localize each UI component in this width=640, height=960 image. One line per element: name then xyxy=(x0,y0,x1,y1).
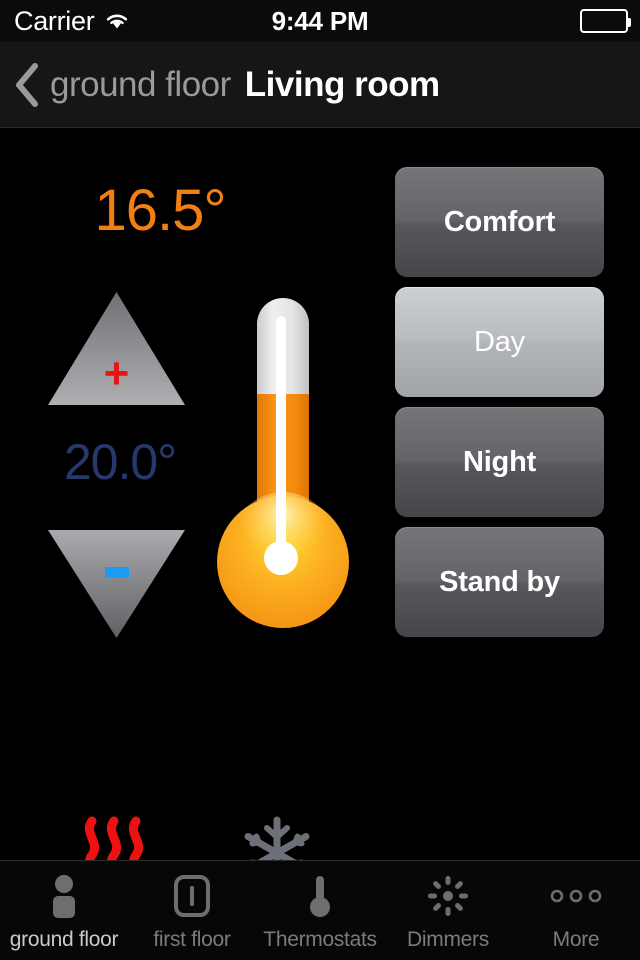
mode-button-day[interactable]: Day xyxy=(395,287,604,397)
mode-button-night[interactable]: Night xyxy=(395,407,604,517)
status-bar: Carrier 9:44 PM xyxy=(0,0,640,42)
nav-bar: ground floor Living room xyxy=(0,42,640,128)
tab-ground-floor[interactable]: ground floor xyxy=(0,861,128,960)
brightness-icon xyxy=(425,866,471,926)
mode-button-stand-by[interactable]: Stand by xyxy=(395,527,604,637)
light-switch-icon xyxy=(172,866,212,926)
mode-button-group: Comfort Day Night Stand by xyxy=(395,167,604,647)
person-icon xyxy=(47,866,81,926)
thermometer-icon xyxy=(305,866,335,926)
battery-full-icon xyxy=(580,9,631,33)
page-title: Living room xyxy=(244,64,440,104)
temperature-up-button[interactable]: + xyxy=(48,292,185,405)
mode-button-comfort[interactable]: Comfort xyxy=(395,167,604,277)
main-content: 16.5° + 20.0° Comfort Day Night Stand by xyxy=(0,128,640,890)
ellipsis-icon xyxy=(549,866,603,926)
thermometer-icon xyxy=(205,294,365,634)
tab-dimmers[interactable]: Dimmers xyxy=(384,861,512,960)
tab-first-floor[interactable]: first floor xyxy=(128,861,256,960)
target-temperature: 20.0° xyxy=(63,434,177,490)
tab-label-more: More xyxy=(552,928,600,951)
tab-more[interactable]: More xyxy=(512,861,640,960)
minus-icon xyxy=(104,567,129,578)
current-temperature: 16.5° xyxy=(94,178,226,243)
tab-label-dimmers: Dimmers xyxy=(407,928,489,951)
temperature-down-button[interactable] xyxy=(48,530,185,638)
tab-label-thermostats: Thermostats xyxy=(263,928,377,951)
status-bar-time: 9:44 PM xyxy=(271,5,369,36)
tab-label-ground-floor: ground floor xyxy=(9,928,119,951)
plus-icon: + xyxy=(103,349,130,398)
chevron-left-icon[interactable] xyxy=(14,62,40,108)
tab-label-first-floor: first floor xyxy=(153,928,231,951)
app-screen: Carrier 9:44 PM ground floor Living room… xyxy=(0,0,640,960)
tab-bar: ground floor first floor Thermostats Dim… xyxy=(0,860,640,960)
tab-thermostats[interactable]: Thermostats xyxy=(256,861,384,960)
nav-back-label[interactable]: ground floor xyxy=(50,65,231,105)
status-bar-right xyxy=(580,9,631,33)
